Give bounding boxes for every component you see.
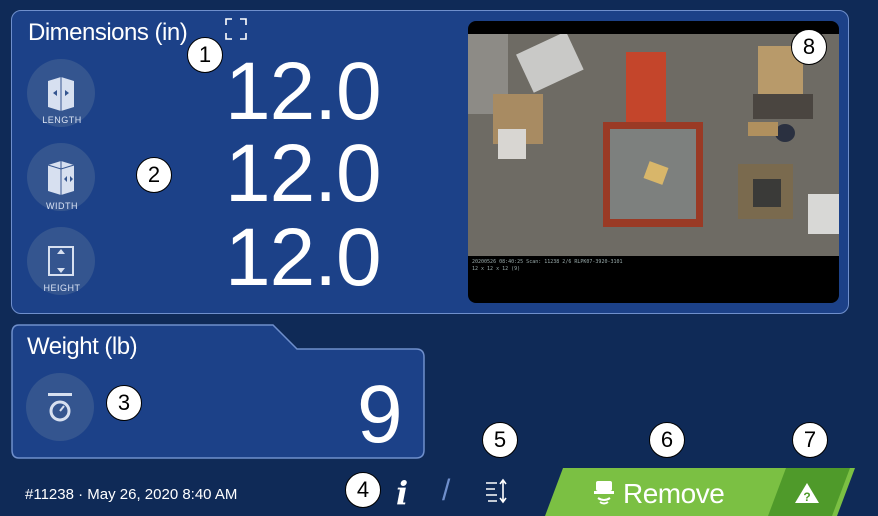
width-value: 12.0 [225,128,382,219]
width-label: WIDTH [46,201,78,211]
sort-list-icon[interactable] [484,478,510,504]
callout-2: 2 [136,157,172,193]
callout-4: 4 [345,472,381,508]
remove-label: Remove [623,478,725,509]
height-label: HEIGHT [43,283,81,293]
callout-6: 6 [649,422,685,458]
callout-3: 3 [106,385,142,421]
camera-feed[interactable]: 20200526 08:40:25 Scan: 11238 2/6 RLPK07… [468,21,839,303]
dimensions-title: Dimensions (in) [28,19,188,46]
camera-overlay-text: 20200526 08:40:25 Scan: 11238 2/6 RLPK07… [472,259,623,272]
weight-value: 9 [357,369,403,460]
scale-icon [26,373,94,441]
length-label: LENGTH [42,115,82,125]
height-value: 12.0 [225,212,382,303]
callout-1: 1 [187,37,223,73]
weight-panel: Weight (lb) 9 [11,324,425,459]
scan-info: #11238 · May 26, 2020 8:40 AM [25,486,238,503]
remove-package-icon [594,481,614,505]
length-value: 12.0 [225,46,382,137]
camera-image [468,31,839,256]
fullscreen-icon[interactable] [225,18,247,40]
info-icon[interactable]: i [396,474,408,512]
callout-8: 8 [791,29,827,65]
callout-5: 5 [482,422,518,458]
footer-divider: / [442,474,451,507]
svg-text:?: ? [803,490,810,504]
warning-icon: ? [795,483,819,504]
weight-title: Weight (lb) [27,333,138,360]
dimensions-panel: Dimensions (in) LENGTH 12.0 WIDTH 12.0 H… [11,10,849,314]
callout-7: 7 [792,422,828,458]
